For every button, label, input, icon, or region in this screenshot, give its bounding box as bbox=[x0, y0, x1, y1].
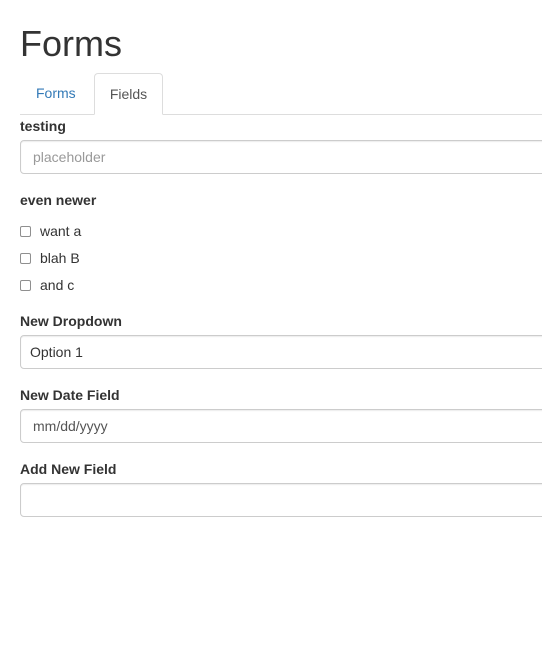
checkbox-option-want-a[interactable]: want a bbox=[20, 222, 81, 240]
checkbox-blah-b[interactable] bbox=[20, 252, 31, 264]
checkbox-label-want-a: want a bbox=[40, 223, 82, 239]
add-new-field-label: Add New Field bbox=[20, 461, 117, 477]
new-dropdown-label: New Dropdown bbox=[20, 313, 122, 329]
checkbox-label-blah-b: blah B bbox=[40, 250, 80, 266]
page: Forms Forms Fields testing placeholder e… bbox=[0, 0, 542, 667]
new-date-field-label: New Date Field bbox=[20, 387, 120, 403]
testing-input[interactable]: placeholder bbox=[20, 140, 542, 174]
add-new-field-input[interactable] bbox=[20, 483, 542, 517]
checkbox-want-a[interactable] bbox=[20, 225, 31, 237]
tab-forms[interactable]: Forms bbox=[21, 73, 91, 114]
new-dropdown-select[interactable]: Option 1 bbox=[20, 335, 542, 369]
checkbox-and-c[interactable] bbox=[20, 279, 31, 291]
new-date-field-input[interactable]: mm/dd/yyyy bbox=[20, 409, 542, 443]
testing-label: testing bbox=[20, 118, 66, 134]
tab-fields[interactable]: Fields bbox=[94, 73, 163, 115]
tab-bar: Forms Fields bbox=[20, 73, 542, 115]
checkbox-option-and-c[interactable]: and c bbox=[20, 276, 74, 294]
page-title: Forms bbox=[20, 23, 122, 64]
checkbox-option-blah-b[interactable]: blah B bbox=[20, 249, 80, 267]
checkbox-label-and-c: and c bbox=[40, 277, 75, 293]
even-newer-label: even newer bbox=[20, 192, 97, 208]
